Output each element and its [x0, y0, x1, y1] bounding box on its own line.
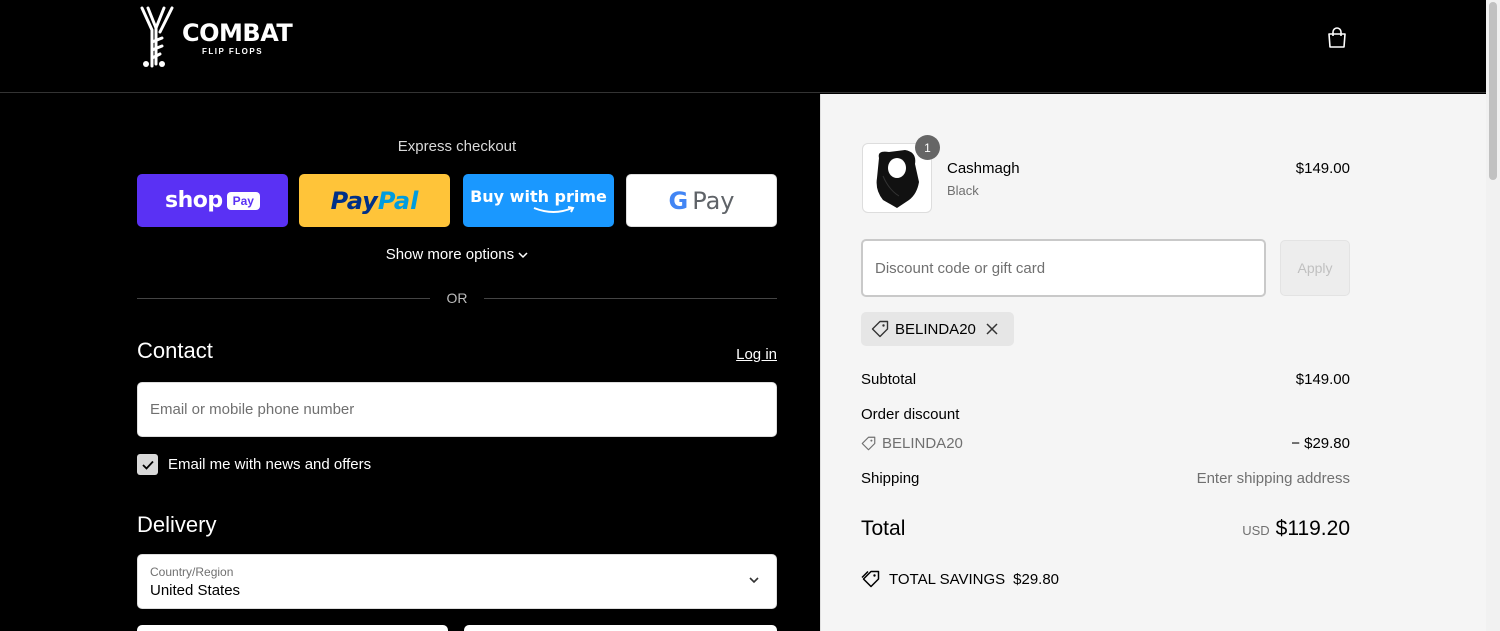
- total-currency: USD: [1242, 523, 1270, 538]
- page-scrollbar[interactable]: [1486, 0, 1500, 631]
- chevron-down-icon: [518, 252, 528, 259]
- site-header: COMBAT FLIP FLOPS: [0, 0, 1486, 93]
- applied-code: BELINDA20: [895, 320, 976, 338]
- tag-icon: [871, 320, 889, 338]
- shopping-bag-icon[interactable]: [1325, 26, 1349, 50]
- or-divider: OR: [137, 290, 777, 306]
- scarf-icon: [876, 150, 919, 208]
- last-name-field[interactable]: [464, 625, 777, 631]
- subtotal-row: Subtotal $149.00: [861, 371, 1350, 388]
- order-summary: 1 Cashmagh Black $149.00 Apply BELINDA20…: [820, 94, 1486, 631]
- express-checkout-label: Express checkout: [397, 138, 517, 155]
- remove-discount-button[interactable]: [986, 323, 998, 335]
- shop-pay-button[interactable]: shop Pay: [137, 174, 288, 227]
- newsletter-option[interactable]: Email me with news and offers: [137, 454, 371, 475]
- close-icon: [986, 323, 998, 335]
- paypal-button[interactable]: Pay Pal: [299, 174, 450, 227]
- buy-with-prime-button[interactable]: Buy with prime: [463, 174, 614, 227]
- quantity-badge: 1: [915, 135, 940, 160]
- country-select[interactable]: Country/Region United States: [137, 554, 777, 609]
- product-name: Cashmagh: [947, 160, 1020, 177]
- shipping-label: Shipping: [861, 470, 920, 487]
- discount-input[interactable]: [863, 241, 1264, 295]
- first-name-field[interactable]: [137, 625, 448, 631]
- checkout-form: Express checkout shop Pay Pay Pal Buy wit…: [0, 94, 820, 631]
- delivery-title: Delivery: [137, 512, 217, 537]
- applied-discount-chip: BELINDA20: [861, 312, 1014, 346]
- email-field[interactable]: [137, 382, 777, 437]
- discount-code-row: BELINDA20 − $29.80: [861, 435, 1350, 452]
- total-label: Total: [861, 517, 906, 540]
- amazon-smile-icon: [533, 206, 574, 213]
- brand-title: COMBAT: [182, 18, 293, 47]
- savings-label: TOTAL SAVINGS: [889, 570, 1006, 588]
- brand-logo[interactable]: COMBAT FLIP FLOPS: [138, 6, 298, 70]
- country-value: United States: [150, 582, 241, 599]
- country-label: Country/Region: [150, 565, 234, 579]
- brand-subtitle: FLIP FLOPS: [202, 46, 264, 56]
- email-input[interactable]: [138, 383, 776, 436]
- checkmark-icon: [141, 460, 154, 470]
- savings-value: $29.80: [1013, 570, 1060, 588]
- tags-icon: [861, 570, 880, 588]
- tag-icon: [861, 436, 876, 451]
- order-discount-label: Order discount: [861, 406, 960, 423]
- contact-title: Contact: [137, 338, 213, 363]
- google-pay-button[interactable]: G Pay: [626, 174, 777, 227]
- shipping-value: Enter shipping address: [1196, 470, 1350, 487]
- newsletter-label: Email me with news and offers: [168, 456, 372, 473]
- total-amount: $119.20: [1275, 517, 1350, 540]
- chevron-down-icon: [749, 577, 759, 584]
- discount-field[interactable]: [861, 239, 1266, 297]
- log-in-link[interactable]: Log in: [700, 346, 777, 363]
- order-discount-row: Order discount: [861, 406, 1350, 423]
- brand-mark-icon: [140, 6, 174, 68]
- discount-value: − $29.80: [1291, 435, 1350, 452]
- product-variant: Black: [947, 183, 979, 198]
- google-g-icon: G: [668, 186, 689, 215]
- total-row: Total USD $119.20: [861, 517, 1350, 541]
- product-price: $149.00: [1295, 160, 1350, 177]
- total-savings: TOTAL SAVINGS $29.80: [861, 570, 1059, 588]
- discount-code-label: BELINDA20: [882, 435, 963, 452]
- shipping-row: Shipping Enter shipping address: [861, 470, 1350, 487]
- subtotal-value: $149.00: [1295, 371, 1350, 388]
- subtotal-label: Subtotal: [861, 371, 917, 388]
- newsletter-checkbox[interactable]: [137, 454, 158, 475]
- show-more-options-button[interactable]: Show more options: [137, 246, 777, 263]
- scrollbar-thumb[interactable]: [1489, 2, 1497, 180]
- apply-button[interactable]: Apply: [1280, 240, 1350, 296]
